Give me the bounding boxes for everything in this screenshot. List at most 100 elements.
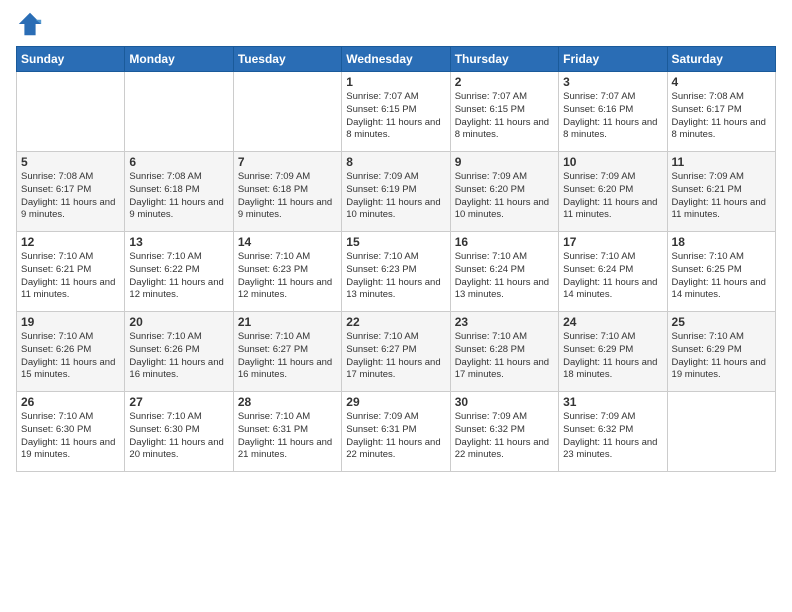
- table-row: 6 Sunrise: 7:08 AM Sunset: 6:18 PM Daylig…: [125, 152, 233, 232]
- table-row: 29 Sunrise: 7:09 AM Sunset: 6:31 PM Dayli…: [342, 392, 450, 472]
- day-info: Sunrise: 7:10 AM Sunset: 6:29 PM Dayligh…: [672, 331, 771, 382]
- day-info: Sunrise: 7:10 AM Sunset: 6:25 PM Dayligh…: [672, 251, 771, 302]
- weekday-header-row: SundayMondayTuesdayWednesdayThursdayFrid…: [17, 47, 776, 72]
- day-info: Sunrise: 7:07 AM Sunset: 6:15 PM Dayligh…: [346, 91, 445, 142]
- table-row: 24 Sunrise: 7:10 AM Sunset: 6:29 PM Dayli…: [559, 312, 667, 392]
- calendar-week-3: 12 Sunrise: 7:10 AM Sunset: 6:21 PM Dayli…: [17, 232, 776, 312]
- day-number: 29: [346, 395, 445, 409]
- day-number: 26: [21, 395, 120, 409]
- day-info: Sunrise: 7:09 AM Sunset: 6:19 PM Dayligh…: [346, 171, 445, 222]
- table-row: 13 Sunrise: 7:10 AM Sunset: 6:22 PM Dayli…: [125, 232, 233, 312]
- day-number: 3: [563, 75, 662, 89]
- day-info: Sunrise: 7:10 AM Sunset: 6:26 PM Dayligh…: [21, 331, 120, 382]
- day-number: 28: [238, 395, 337, 409]
- weekday-tuesday: Tuesday: [233, 47, 341, 72]
- day-number: 18: [672, 235, 771, 249]
- calendar-week-5: 26 Sunrise: 7:10 AM Sunset: 6:30 PM Dayli…: [17, 392, 776, 472]
- weekday-thursday: Thursday: [450, 47, 558, 72]
- day-number: 9: [455, 155, 554, 169]
- table-row: [667, 392, 775, 472]
- day-info: Sunrise: 7:10 AM Sunset: 6:31 PM Dayligh…: [238, 411, 337, 462]
- day-number: 8: [346, 155, 445, 169]
- table-row: 31Sunrise: 7:09 AM Sunset: 6:32 PM Dayli…: [559, 392, 667, 472]
- day-number: 17: [563, 235, 662, 249]
- table-row: 14Sunrise: 7:10 AM Sunset: 6:23 PM Dayli…: [233, 232, 341, 312]
- logo-icon: [16, 10, 44, 38]
- day-info: Sunrise: 7:10 AM Sunset: 6:27 PM Dayligh…: [238, 331, 337, 382]
- table-row: 4 Sunrise: 7:08 AM Sunset: 6:17 PM Daylig…: [667, 72, 775, 152]
- day-info: Sunrise: 7:10 AM Sunset: 6:22 PM Dayligh…: [129, 251, 228, 302]
- calendar-week-2: 5 Sunrise: 7:08 AM Sunset: 6:17 PM Daylig…: [17, 152, 776, 232]
- table-row: [233, 72, 341, 152]
- calendar-table: SundayMondayTuesdayWednesdayThursdayFrid…: [16, 46, 776, 472]
- day-number: 22: [346, 315, 445, 329]
- day-number: 13: [129, 235, 228, 249]
- table-row: 18 Sunrise: 7:10 AM Sunset: 6:25 PM Dayli…: [667, 232, 775, 312]
- day-info: Sunrise: 7:09 AM Sunset: 6:21 PM Dayligh…: [672, 171, 771, 222]
- day-info: Sunrise: 7:09 AM Sunset: 6:32 PM Dayligh…: [455, 411, 554, 462]
- table-row: 23 Sunrise: 7:10 AM Sunset: 6:28 PM Dayli…: [450, 312, 558, 392]
- day-number: 11: [672, 155, 771, 169]
- weekday-sunday: Sunday: [17, 47, 125, 72]
- day-info: Sunrise: 7:09 AM Sunset: 6:32 PM Dayligh…: [563, 411, 662, 462]
- day-info: Sunrise: 7:10 AM Sunset: 6:24 PM Dayligh…: [563, 251, 662, 302]
- day-info: Sunrise: 7:08 AM Sunset: 6:17 PM Dayligh…: [672, 91, 771, 142]
- day-number: 5: [21, 155, 120, 169]
- day-info: Sunrise: 7:10 AM Sunset: 6:28 PM Dayligh…: [455, 331, 554, 382]
- day-info: Sunrise: 7:10 AM Sunset: 6:21 PM Dayligh…: [21, 251, 120, 302]
- table-row: 28 Sunrise: 7:10 AM Sunset: 6:31 PM Dayli…: [233, 392, 341, 472]
- day-number: 6: [129, 155, 228, 169]
- table-row: 3 Sunrise: 7:07 AM Sunset: 6:16 PM Daylig…: [559, 72, 667, 152]
- day-number: 2: [455, 75, 554, 89]
- day-number: 20: [129, 315, 228, 329]
- table-row: 26 Sunrise: 7:10 AM Sunset: 6:30 PM Dayli…: [17, 392, 125, 472]
- table-row: 8 Sunrise: 7:09 AM Sunset: 6:19 PM Daylig…: [342, 152, 450, 232]
- day-number: 7: [238, 155, 337, 169]
- day-info: Sunrise: 7:09 AM Sunset: 6:20 PM Dayligh…: [455, 171, 554, 222]
- day-info: Sunrise: 7:10 AM Sunset: 6:27 PM Dayligh…: [346, 331, 445, 382]
- day-info: Sunrise: 7:10 AM Sunset: 6:30 PM Dayligh…: [21, 411, 120, 462]
- weekday-wednesday: Wednesday: [342, 47, 450, 72]
- day-info: Sunrise: 7:09 AM Sunset: 6:31 PM Dayligh…: [346, 411, 445, 462]
- table-row: 16Sunrise: 7:10 AM Sunset: 6:24 PM Dayli…: [450, 232, 558, 312]
- table-row: 22 Sunrise: 7:10 AM Sunset: 6:27 PM Dayli…: [342, 312, 450, 392]
- day-info: Sunrise: 7:10 AM Sunset: 6:30 PM Dayligh…: [129, 411, 228, 462]
- header: [16, 10, 776, 38]
- day-number: 23: [455, 315, 554, 329]
- table-row: 7 Sunrise: 7:09 AM Sunset: 6:18 PM Daylig…: [233, 152, 341, 232]
- table-row: 17 Sunrise: 7:10 AM Sunset: 6:24 PM Dayli…: [559, 232, 667, 312]
- day-number: 10: [563, 155, 662, 169]
- day-info: Sunrise: 7:09 AM Sunset: 6:18 PM Dayligh…: [238, 171, 337, 222]
- day-info: Sunrise: 7:10 AM Sunset: 6:24 PM Dayligh…: [455, 251, 554, 302]
- table-row: 25Sunrise: 7:10 AM Sunset: 6:29 PM Dayli…: [667, 312, 775, 392]
- table-row: 30 Sunrise: 7:09 AM Sunset: 6:32 PM Dayli…: [450, 392, 558, 472]
- day-number: 24: [563, 315, 662, 329]
- table-row: [125, 72, 233, 152]
- day-number: 15: [346, 235, 445, 249]
- logo: [16, 10, 48, 38]
- table-row: 11 Sunrise: 7:09 AM Sunset: 6:21 PM Dayli…: [667, 152, 775, 232]
- weekday-friday: Friday: [559, 47, 667, 72]
- day-info: Sunrise: 7:08 AM Sunset: 6:18 PM Dayligh…: [129, 171, 228, 222]
- day-number: 19: [21, 315, 120, 329]
- day-number: 12: [21, 235, 120, 249]
- day-info: Sunrise: 7:08 AM Sunset: 6:17 PM Dayligh…: [21, 171, 120, 222]
- day-number: 4: [672, 75, 771, 89]
- day-number: 14: [238, 235, 337, 249]
- calendar-week-4: 19 Sunrise: 7:10 AM Sunset: 6:26 PM Dayli…: [17, 312, 776, 392]
- day-number: 1: [346, 75, 445, 89]
- table-row: 12 Sunrise: 7:10 AM Sunset: 6:21 PM Dayli…: [17, 232, 125, 312]
- table-row: 27Sunrise: 7:10 AM Sunset: 6:30 PM Dayli…: [125, 392, 233, 472]
- table-row: 2 Sunrise: 7:07 AM Sunset: 6:15 PM Daylig…: [450, 72, 558, 152]
- day-info: Sunrise: 7:10 AM Sunset: 6:29 PM Dayligh…: [563, 331, 662, 382]
- day-info: Sunrise: 7:07 AM Sunset: 6:16 PM Dayligh…: [563, 91, 662, 142]
- day-info: Sunrise: 7:10 AM Sunset: 6:26 PM Dayligh…: [129, 331, 228, 382]
- day-info: Sunrise: 7:07 AM Sunset: 6:15 PM Dayligh…: [455, 91, 554, 142]
- day-number: 30: [455, 395, 554, 409]
- table-row: 15Sunrise: 7:10 AM Sunset: 6:23 PM Dayli…: [342, 232, 450, 312]
- calendar-week-1: 1 Sunrise: 7:07 AM Sunset: 6:15 PM Daylig…: [17, 72, 776, 152]
- table-row: 5 Sunrise: 7:08 AM Sunset: 6:17 PM Daylig…: [17, 152, 125, 232]
- table-row: 20 Sunrise: 7:10 AM Sunset: 6:26 PM Dayli…: [125, 312, 233, 392]
- table-row: 21Sunrise: 7:10 AM Sunset: 6:27 PM Dayli…: [233, 312, 341, 392]
- table-row: 9 Sunrise: 7:09 AM Sunset: 6:20 PM Daylig…: [450, 152, 558, 232]
